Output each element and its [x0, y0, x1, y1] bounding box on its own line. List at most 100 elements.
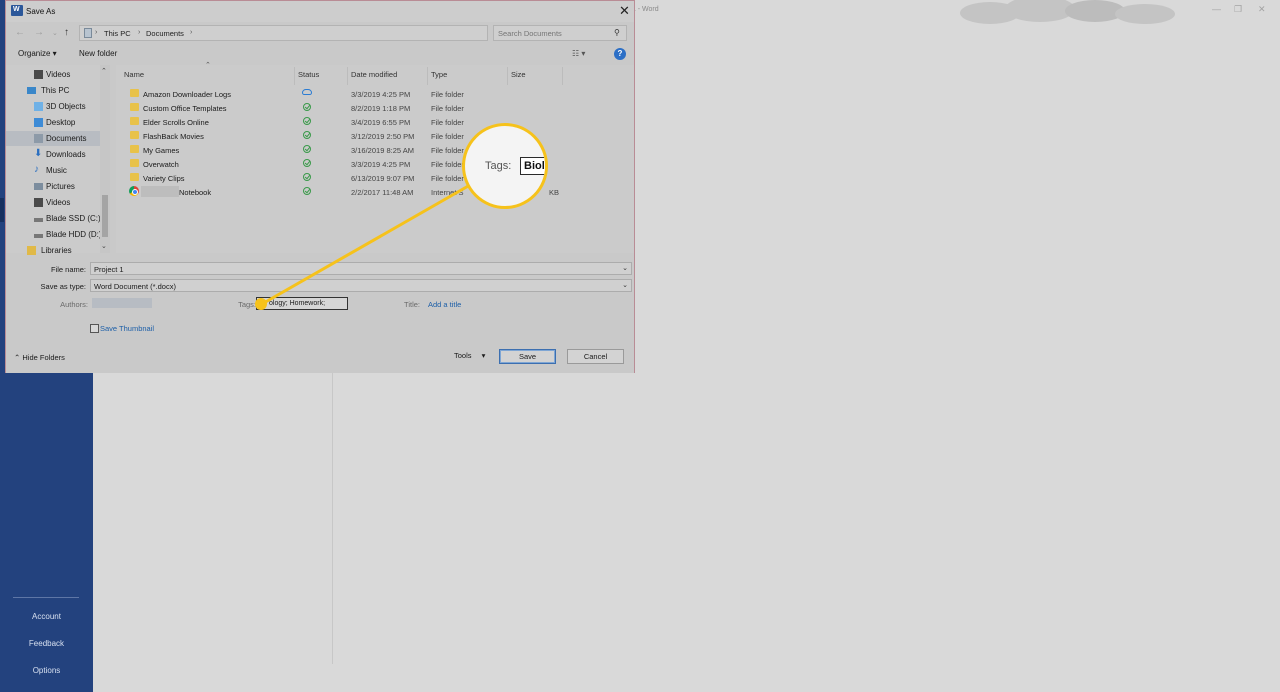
file-name: Custom Office Templates [143, 104, 227, 113]
file-date: 6/13/2019 9:07 PM [351, 174, 415, 183]
nav-item-blade-ssd[interactable]: Blade SSD (C:) [6, 211, 101, 226]
file-name-field[interactable]: Project 1 ⌄ [90, 262, 632, 275]
column-divider[interactable] [347, 67, 348, 85]
save-thumbnail-label[interactable]: Save Thumbnail [100, 324, 154, 333]
search-icon[interactable]: ⚲ [614, 28, 620, 37]
chevron-down-icon[interactable]: ⌄ [622, 264, 628, 272]
magnifier-callout: Tags: Biol [462, 123, 548, 209]
nav-item-3d-objects[interactable]: 3D Objects [6, 99, 101, 114]
file-date: 3/3/2019 4:25 PM [351, 160, 411, 169]
nav-item-music[interactable]: ♪ Music [6, 163, 101, 178]
folder-icon [130, 145, 139, 153]
pictures-icon [34, 183, 43, 190]
nav-item-label: Libraries [41, 246, 72, 255]
view-options-button[interactable]: ☷ ▾ [572, 49, 585, 58]
nav-item-videos-2[interactable]: Videos [6, 195, 101, 210]
file-row[interactable]: My Games 3/16/2019 8:25 AM File folder [116, 143, 634, 157]
file-row[interactable]: Overwatch 3/3/2019 4:25 PM File folder [116, 157, 634, 171]
column-divider[interactable] [562, 67, 563, 85]
hide-folders-button[interactable]: ⌃ Hide Folders [14, 353, 65, 362]
up-arrow-icon[interactable]: ↑ [64, 27, 69, 38]
file-row[interactable]: FlashBack Movies 3/12/2019 2:50 PM File … [116, 129, 634, 143]
tags-field[interactable]: ology; Homework; [256, 297, 348, 310]
scroll-down-icon[interactable]: ⌄ [101, 242, 107, 250]
breadcrumb-this-pc[interactable]: This PC [104, 29, 131, 38]
folder-icon [130, 103, 139, 111]
search-box[interactable]: ⚲ [493, 25, 627, 41]
magnified-tags-field: Biol [520, 157, 545, 175]
feedback-link[interactable]: Feedback [0, 639, 93, 648]
restore-icon[interactable]: ❐ [1234, 4, 1242, 15]
file-list: ⌃ Name Status Date modified Type Size Am… [116, 62, 634, 253]
tags-label: Tags: [238, 300, 256, 309]
breadcrumb-chevron-icon[interactable]: › [138, 29, 140, 36]
column-header-size[interactable]: Size [511, 70, 526, 79]
file-name: Elder Scrolls Online [143, 118, 209, 127]
dialog-titlebar[interactable]: W Save As ✕ [6, 1, 634, 22]
back-arrow-icon[interactable]: ← [15, 27, 25, 38]
column-divider[interactable] [427, 67, 428, 85]
column-header-date[interactable]: Date modified [351, 70, 397, 79]
file-name: Variety Clips [143, 174, 185, 183]
recent-dropdown-icon[interactable]: ⌄ [52, 29, 58, 37]
file-row[interactable]: Notebook 2/2/2017 11:48 AM Internet S KB [116, 185, 634, 199]
account-link[interactable]: Account [0, 612, 93, 621]
column-divider[interactable] [294, 67, 295, 85]
file-row[interactable]: Amazon Downloader Logs 3/3/2019 4:25 PM … [116, 87, 634, 101]
nav-item-pictures[interactable]: Pictures [6, 179, 101, 194]
folder-icon [130, 89, 139, 97]
column-divider[interactable] [507, 67, 508, 85]
videos-icon [34, 70, 43, 79]
file-row[interactable]: Variety Clips 6/13/2019 9:07 PM File fol… [116, 171, 634, 185]
close-icon[interactable]: ✕ [619, 3, 630, 19]
help-icon[interactable]: ? [614, 48, 626, 60]
chevron-down-icon[interactable]: ⌄ [622, 281, 628, 289]
add-title-field[interactable]: Add a title [428, 300, 461, 309]
file-name: FlashBack Movies [143, 132, 204, 141]
column-header-status[interactable]: Status [298, 70, 319, 79]
tools-button[interactable]: Tools ▾ [454, 351, 485, 360]
save-type-select[interactable]: Word Document (*.docx) ⌄ [90, 279, 632, 292]
file-date: 3/3/2019 4:25 PM [351, 90, 411, 99]
file-name: Amazon Downloader Logs [143, 90, 231, 99]
nav-item-label: Pictures [46, 182, 75, 191]
videos-icon [34, 198, 43, 207]
nav-item-downloads[interactable]: ⬇ Downloads [6, 147, 101, 162]
organize-button[interactable]: Organize ▾ [18, 49, 57, 58]
nav-item-videos[interactable]: Videos [6, 67, 101, 82]
new-folder-button[interactable]: New folder [79, 49, 117, 58]
search-input[interactable] [496, 27, 608, 39]
save-button[interactable]: Save [499, 349, 556, 364]
authors-field[interactable] [92, 298, 152, 308]
nav-item-blade-hdd[interactable]: Blade HDD (D:) [6, 227, 102, 242]
documents-icon [34, 134, 43, 143]
file-type: File folder [431, 132, 464, 141]
save-thumbnail-checkbox[interactable] [90, 324, 99, 333]
scrollbar-thumb[interactable] [102, 195, 108, 237]
file-row[interactable]: Custom Office Templates 8/2/2019 1:18 PM… [116, 101, 634, 115]
nav-item-documents[interactable]: Documents [6, 131, 101, 146]
forward-arrow-icon[interactable]: → [34, 27, 44, 38]
address-bar[interactable]: › This PC › Documents › ⌄ ↻ [79, 25, 555, 41]
column-header-type[interactable]: Type [431, 70, 447, 79]
file-row[interactable]: Elder Scrolls Online 3/4/2019 6:55 PM Fi… [116, 115, 634, 129]
libraries-icon [27, 246, 36, 255]
sidebar-divider [13, 597, 79, 598]
close-window-icon[interactable]: ✕ [1258, 4, 1266, 15]
breadcrumb-documents[interactable]: Documents [146, 29, 184, 38]
breadcrumb-chevron-icon[interactable]: › [95, 29, 97, 36]
scroll-up-icon[interactable]: ⌃ [101, 67, 107, 75]
nav-item-desktop[interactable]: Desktop [6, 115, 101, 130]
nav-item-this-pc[interactable]: This PC [6, 83, 101, 98]
column-header-name[interactable]: Name [124, 70, 144, 79]
file-type: Internet S [431, 188, 464, 197]
computer-icon [84, 28, 92, 38]
options-link[interactable]: Options [0, 666, 93, 675]
breadcrumb-chevron-icon[interactable]: › [190, 29, 192, 36]
minimize-icon[interactable]: — [1212, 4, 1221, 14]
nav-pane-scrollbar[interactable]: ⌃ ⌄ [100, 65, 110, 253]
downloads-icon: ⬇ [34, 148, 43, 159]
nav-item-label: Downloads [46, 150, 86, 159]
hide-folders-label: Hide Folders [22, 353, 65, 362]
cancel-button[interactable]: Cancel [567, 349, 624, 364]
